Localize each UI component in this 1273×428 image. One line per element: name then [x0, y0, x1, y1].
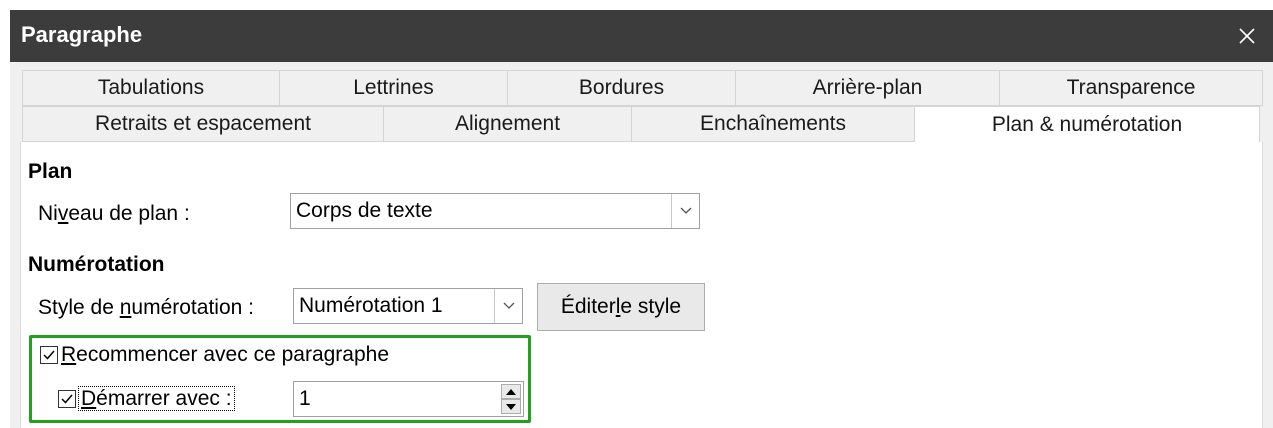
spin-up-button[interactable] [501, 384, 521, 399]
start-with-value: 1 [299, 387, 311, 410]
title-bar: Paragraphe [10, 10, 1273, 62]
tab-bordures[interactable]: Bordures [508, 70, 736, 106]
numbering-style-dropdown[interactable] [494, 289, 522, 323]
tab-alignement[interactable]: Alignement [384, 106, 632, 142]
tab-retraits-espacement[interactable]: Retraits et espacement [22, 106, 384, 142]
start-with-label[interactable]: Démarrer avec : [78, 386, 235, 411]
chevron-down-icon [680, 207, 691, 214]
restart-label[interactable]: Recommencer avec ce paragraphe [61, 343, 389, 367]
checkmark-icon [61, 394, 73, 404]
close-icon [1239, 28, 1255, 44]
outline-level-dropdown[interactable] [671, 194, 699, 228]
tab-row-2: Retraits et espacement Alignement Enchaî… [22, 106, 1260, 143]
restart-checkbox[interactable] [40, 346, 58, 364]
dialog-title: Paragraphe [21, 22, 143, 47]
close-button[interactable] [1221, 10, 1273, 62]
outline-heading: Plan [28, 160, 73, 183]
spin-down-button[interactable] [501, 399, 521, 414]
spin-buttons [501, 384, 521, 414]
numbering-style-select[interactable]: Numérotation 1 [293, 288, 523, 324]
tab-arriere-plan[interactable]: Arrière-plan [736, 70, 1000, 106]
outline-level-label: Niveau de plan : [38, 202, 190, 225]
tab-lettrines[interactable]: Lettrines [280, 70, 508, 106]
arrow-down-icon [506, 403, 516, 410]
start-with-checkbox[interactable] [58, 390, 76, 408]
edit-style-button[interactable]: Éditer le style [537, 283, 705, 331]
checkmark-icon [43, 350, 55, 360]
dialog-body: Tabulations Lettrines Bordures Arrière-p… [10, 62, 1273, 428]
tab-enchainements[interactable]: Enchaînements [632, 106, 915, 142]
tab-transparence[interactable]: Transparence [1000, 70, 1263, 106]
tab-plan-numerotation[interactable]: Plan & numérotation [915, 106, 1260, 143]
numbering-style-value: Numérotation 1 [299, 294, 443, 317]
start-with-spinbox[interactable]: 1 [293, 381, 524, 417]
numbering-style-label: Style de numérotation : [38, 296, 254, 319]
numbering-heading: Numérotation [28, 253, 165, 276]
arrow-up-icon [506, 388, 516, 395]
tab-panel: Plan Niveau de plan : Corps de texte Num… [20, 142, 1263, 428]
tab-tabulations[interactable]: Tabulations [22, 70, 280, 106]
chevron-down-icon [503, 302, 514, 309]
outline-level-select[interactable]: Corps de texte [290, 193, 700, 229]
outline-level-value: Corps de texte [296, 199, 433, 222]
tab-row-1: Tabulations Lettrines Bordures Arrière-p… [22, 70, 1263, 106]
